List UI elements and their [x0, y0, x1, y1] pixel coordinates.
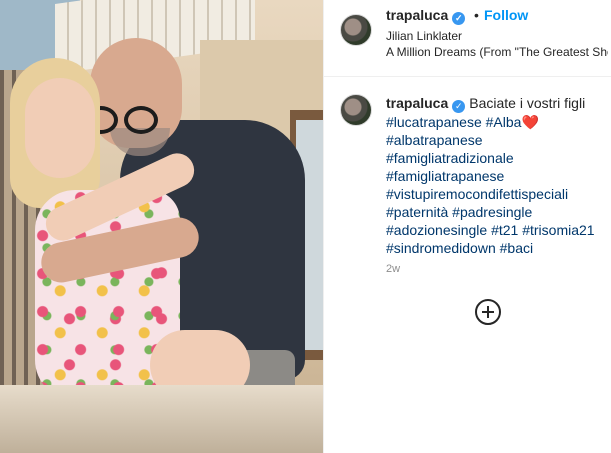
- post-age[interactable]: 2w: [386, 263, 400, 275]
- hashtag-line-8[interactable]: #sindromedidown #baci: [386, 239, 606, 257]
- hashtag-line-4[interactable]: #famigliatrapanese: [386, 167, 606, 185]
- add-circle-icon[interactable]: [475, 299, 501, 325]
- hashtag-line-2[interactable]: #albatrapanese: [386, 131, 606, 149]
- verified-badge-icon: ✓: [452, 12, 466, 25]
- hashtag-line-1-text[interactable]: #lucatrapanese #Alba: [386, 114, 521, 130]
- caption-username[interactable]: trapaluca: [386, 95, 448, 111]
- caption-avatar[interactable]: [340, 94, 372, 126]
- verified-badge-icon: ✓: [452, 100, 466, 113]
- caption-message: Baciate i vostri figli: [469, 95, 586, 111]
- separator-dot: •: [474, 7, 479, 23]
- hashtag-line-6[interactable]: #paternità #padresingle: [386, 203, 606, 221]
- post-caption: trapaluca ✓ Baciate i vostri figli #lucatr…: [386, 94, 606, 257]
- hashtag-line-7[interactable]: #adozionesingle #t21 #trisomia21: [386, 221, 606, 239]
- caption-first-line: trapaluca ✓ Baciate i vostri figli: [386, 94, 606, 113]
- hashtag-line-5[interactable]: #vistupiremocondifettispeciali: [386, 185, 606, 203]
- header-username[interactable]: trapaluca ✓: [386, 7, 466, 25]
- profile-avatar[interactable]: [340, 14, 372, 46]
- hashtag-line-3[interactable]: #famigliatradizionale: [386, 149, 606, 167]
- follow-button[interactable]: Follow: [484, 7, 528, 23]
- girl-face: [25, 78, 95, 178]
- balcony-ledge: [0, 385, 323, 453]
- hashtag-line-1: #lucatrapanese #Alba❤️: [386, 113, 606, 131]
- post-header: trapaluca ✓ • Follow Jilian Linklater A M…: [324, 0, 611, 77]
- post-photo[interactable]: [0, 0, 323, 453]
- audio-artist[interactable]: Jilian Linklater: [386, 29, 462, 43]
- heart-icon: ❤️: [521, 114, 539, 130]
- header-username-text[interactable]: trapaluca: [386, 7, 448, 23]
- audio-track[interactable]: A Million Dreams (From "The Greatest Sho…: [386, 45, 608, 59]
